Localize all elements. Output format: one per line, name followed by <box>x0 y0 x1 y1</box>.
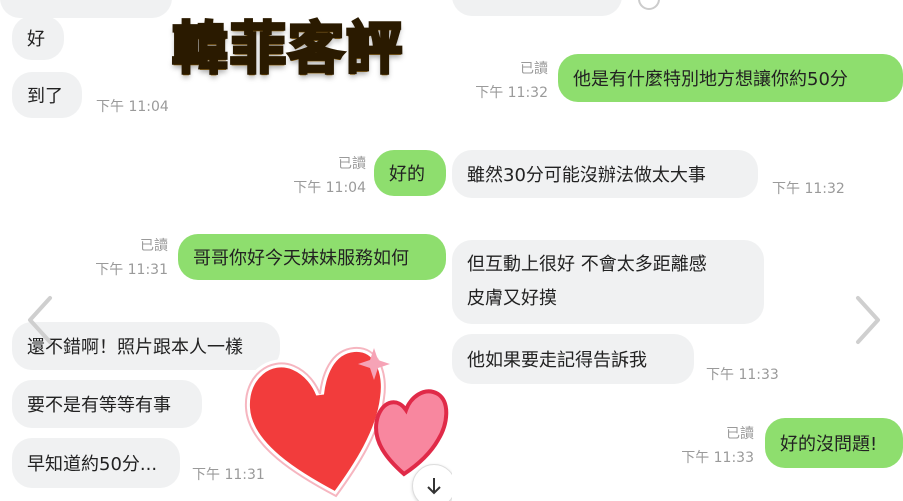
message-text: 雖然30分可能沒辦法做太大事 <box>467 165 706 186</box>
cut-off-icon <box>638 0 660 10</box>
watermark-logo: 韓菲客評 <box>171 15 404 84</box>
chat-pane-left: 好 到了 下午 11:04 已讀 下午 11:04 好的 已讀 下午 11:31… <box>0 0 452 501</box>
message-time: 下午 11:32 <box>475 85 548 101</box>
message-text: 到了 <box>27 86 63 107</box>
sent-message: 好的沒問題! <box>765 418 903 468</box>
message-time: 下午 11:04 <box>96 99 169 115</box>
sent-message: 好的 <box>374 150 446 196</box>
received-message: 要不是有等等有事 <box>12 380 202 428</box>
sent-message: 他是有什麼特別地方想讓你約50分 <box>558 54 903 102</box>
received-message: 好 <box>12 16 64 60</box>
message-time: 下午 11:33 <box>706 367 779 383</box>
message-text: 他如果要走記得告訴我 <box>467 350 647 371</box>
message-meta: 已讀 下午 11:33 <box>672 425 754 467</box>
received-message: 但互動上很好 不會太多距離感 皮膚又好摸 <box>452 240 764 324</box>
message-meta: 已讀 下午 11:04 <box>286 155 366 197</box>
received-message: 早知道約50分... <box>12 438 180 488</box>
received-message: 雖然30分可能沒辦法做太大事 <box>452 150 758 198</box>
received-message: 他如果要走記得告訴我 <box>452 334 694 384</box>
message-time: 下午 11:04 <box>293 180 366 196</box>
cut-off-message <box>0 0 172 18</box>
message-text: 好 <box>27 29 45 50</box>
sent-message: 哥哥你好今天妹妹服務如何 <box>178 234 446 280</box>
message-text: 要不是有等等有事 <box>27 395 171 416</box>
message-time: 下午 11:32 <box>772 181 845 197</box>
read-receipt: 已讀 <box>520 61 548 77</box>
message-text-line: 但互動上很好 不會太多距離感 <box>467 254 707 275</box>
chevron-left-icon[interactable] <box>22 290 56 350</box>
cut-off-message <box>452 0 622 16</box>
message-text: 他是有什麼特別地方想讓你約50分 <box>573 69 848 90</box>
arrow-down-icon <box>427 478 441 495</box>
message-meta: 已讀 下午 11:32 <box>468 60 548 102</box>
message-text: 早知道約50分... <box>27 454 158 475</box>
message-text: 哥哥你好今天妹妹服務如何 <box>193 248 409 269</box>
message-text-line: 皮膚又好摸 <box>467 288 557 309</box>
received-message: 到了 <box>12 72 82 118</box>
scroll-to-bottom-button[interactable] <box>412 464 452 501</box>
chat-pane-right: 已讀 下午 11:32 他是有什麼特別地方想讓你約50分 雖然30分可能沒辦法做… <box>452 0 903 501</box>
read-receipt: 已讀 <box>140 238 168 254</box>
read-receipt: 已讀 <box>726 426 754 442</box>
read-receipt: 已讀 <box>338 156 366 172</box>
message-time: 下午 11:33 <box>681 450 754 466</box>
message-time: 下午 11:31 <box>95 262 168 278</box>
message-meta: 已讀 下午 11:31 <box>88 237 168 279</box>
chevron-right-icon[interactable] <box>850 290 884 350</box>
message-text: 好的沒問題! <box>780 434 878 455</box>
message-text: 還不錯啊！照片跟本人一樣 <box>27 337 243 358</box>
message-text: 好的 <box>389 164 425 185</box>
